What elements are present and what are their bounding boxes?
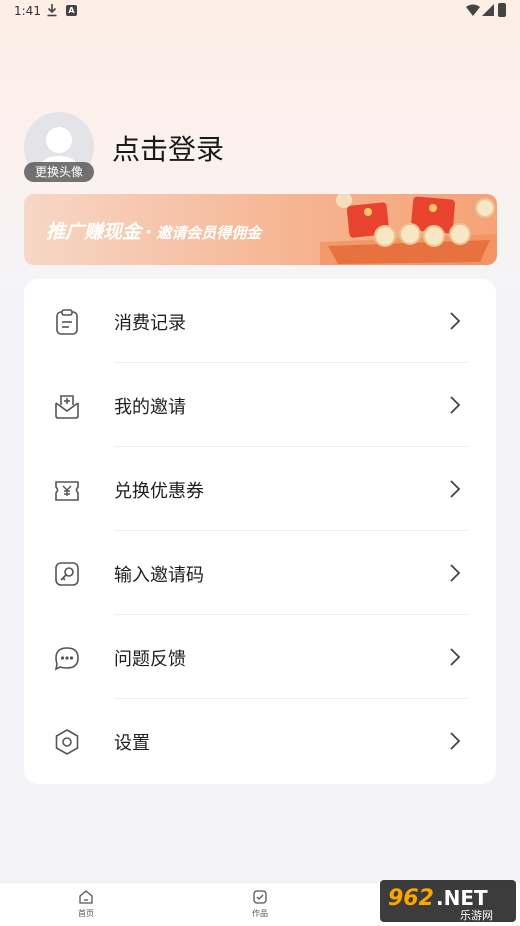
works-icon bbox=[253, 890, 267, 904]
menu-item-label: 设置 bbox=[114, 733, 150, 754]
menu-item-feedback[interactable]: 问题反馈 bbox=[24, 615, 496, 699]
menu-item-redeem-coupon[interactable]: 兑换优惠券 bbox=[24, 447, 496, 531]
login-link[interactable]: 点击登录 bbox=[112, 128, 224, 168]
home-icon bbox=[79, 890, 93, 904]
status-bar: 1:41 A bbox=[0, 0, 520, 24]
red-envelope-coins-illustration bbox=[320, 194, 497, 265]
app-notification-icon: A bbox=[66, 5, 77, 16]
menu-item-label: 我的邀请 bbox=[114, 397, 186, 418]
status-time: 1:41 bbox=[14, 4, 41, 18]
coupon-icon bbox=[55, 481, 79, 501]
battery-icon bbox=[498, 3, 506, 17]
change-avatar-label[interactable]: 更换头像 bbox=[24, 162, 94, 182]
menu-item-label: 兑换优惠券 bbox=[114, 481, 204, 502]
menu-item-label: 消费记录 bbox=[114, 313, 186, 334]
menu-item-enter-invite-code[interactable]: 输入邀请码 bbox=[24, 531, 496, 615]
download-icon bbox=[47, 4, 57, 17]
signal-icon bbox=[482, 4, 494, 16]
svg-text:962: 962 bbox=[388, 886, 434, 911]
menu-item-label: 问题反馈 bbox=[114, 649, 186, 670]
nav-works-label: 作品 bbox=[252, 909, 268, 918]
menu-item-settings[interactable]: 设置 bbox=[24, 699, 496, 783]
settings-hexagon-icon bbox=[55, 729, 79, 755]
key-icon bbox=[55, 562, 79, 586]
nav-home[interactable]: 首页 bbox=[66, 889, 106, 925]
chevron-right-icon bbox=[450, 732, 461, 750]
nav-home-label: 首页 bbox=[78, 909, 94, 918]
menu-card: 消费记录 我的邀请 兑换优惠券 输入邀请码 问题反馈 设置 bbox=[24, 279, 496, 784]
chevron-right-icon bbox=[450, 564, 461, 582]
clipboard-icon bbox=[56, 309, 78, 335]
nav-works[interactable]: 作品 bbox=[240, 889, 280, 925]
watermark-logo: 962 .NET 乐游网 bbox=[380, 880, 516, 922]
chevron-right-icon bbox=[450, 648, 461, 666]
chevron-right-icon bbox=[450, 480, 461, 498]
menu-item-label: 输入邀请码 bbox=[114, 565, 204, 586]
chat-bubble-icon bbox=[54, 647, 79, 671]
promo-banner[interactable]: 推广赚现金 · 邀请会员得佣金 bbox=[24, 194, 497, 265]
wifi-icon bbox=[466, 4, 480, 16]
chevron-right-icon bbox=[450, 396, 461, 414]
banner-sub-text: 邀请会员得佣金 bbox=[156, 224, 262, 242]
banner-dot: · bbox=[145, 221, 153, 243]
menu-item-consumption-records[interactable]: 消费记录 bbox=[24, 279, 496, 363]
chevron-right-icon bbox=[450, 312, 461, 330]
menu-item-my-invitations[interactable]: 我的邀请 bbox=[24, 363, 496, 447]
invite-envelope-icon bbox=[55, 395, 79, 419]
svg-text:.NET: .NET bbox=[436, 886, 488, 910]
banner-text: 推广赚现金 · 邀请会员得佣金 bbox=[46, 217, 261, 244]
banner-main-text: 推广赚现金 bbox=[46, 221, 142, 243]
svg-text:乐游网: 乐游网 bbox=[460, 909, 493, 922]
